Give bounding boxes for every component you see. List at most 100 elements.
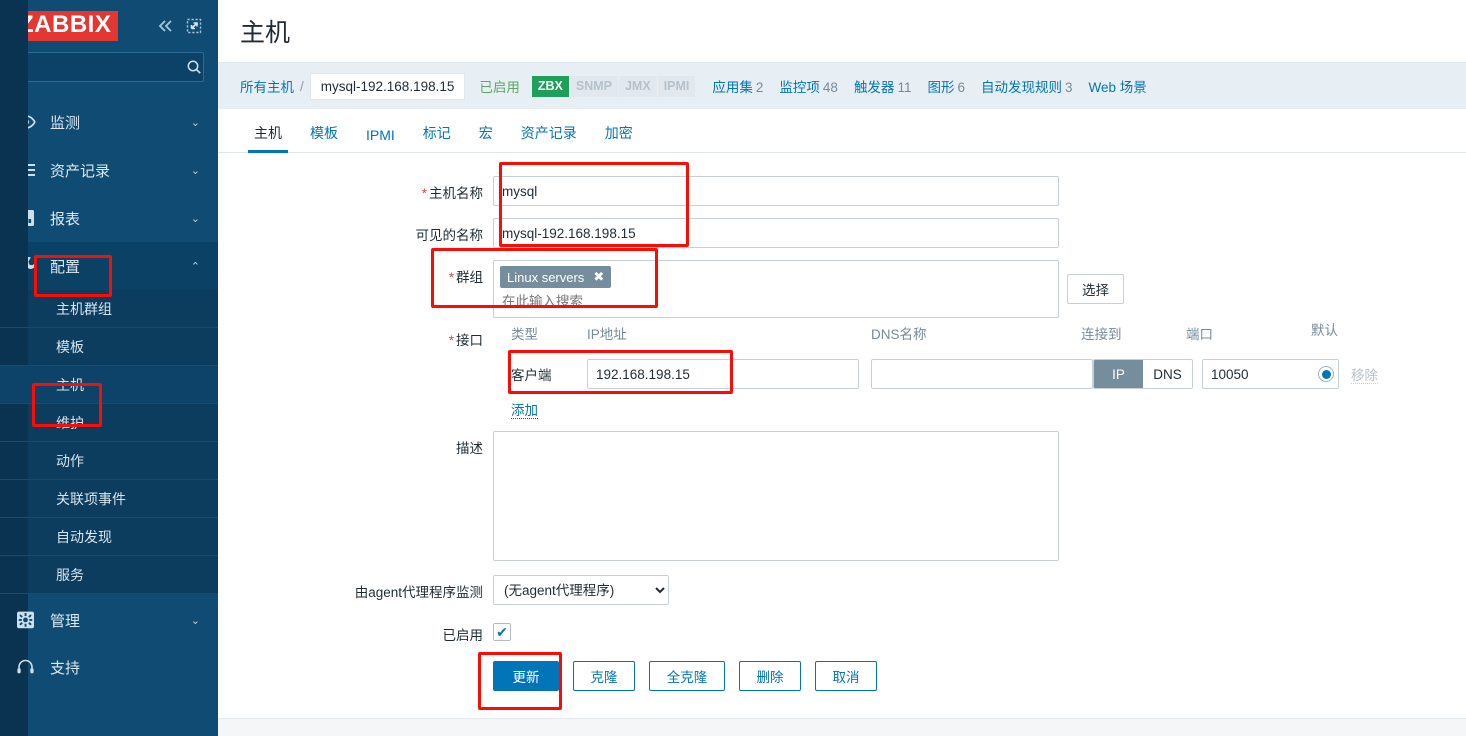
submenu-label: 主机群组: [56, 300, 112, 317]
stat-link-triggers[interactable]: 触发器 11: [854, 76, 912, 96]
interfaces-label: * 接口: [218, 323, 493, 349]
search-box[interactable]: [14, 52, 204, 82]
submenu-label: 自动发现: [56, 528, 112, 545]
column-header-port: 端口: [1186, 327, 1213, 342]
protocol-badge-snmp: SNMP: [569, 75, 618, 97]
sidebar-item-host-groups[interactable]: 主机群组: [0, 290, 218, 328]
chevron-down-icon: ⌄: [190, 614, 200, 627]
search-icon[interactable]: [186, 59, 210, 75]
breadcrumb-separator: /: [300, 78, 304, 94]
sidebar-item-services[interactable]: 服务: [0, 556, 218, 594]
submenu-label: 服务: [56, 566, 84, 583]
field-interfaces: * 接口 类型 IP地址 DNS名称 连接到 端口 默认 客户端 192.168…: [218, 323, 1466, 419]
sidebar-item-administration[interactable]: 管理 ⌄: [0, 596, 218, 644]
clone-button[interactable]: 克隆: [573, 661, 635, 691]
interface-default-radio[interactable]: [1318, 366, 1334, 382]
sidebar-item-maintenance[interactable]: 维护: [0, 404, 218, 442]
stat-count: 11: [897, 80, 912, 95]
tab-encryption[interactable]: 加密: [591, 123, 647, 152]
full-clone-button[interactable]: 全克隆: [649, 661, 725, 691]
search-input[interactable]: [15, 60, 186, 74]
tab-macros[interactable]: 宏: [465, 123, 507, 152]
stat-count: 2: [755, 80, 764, 95]
stat-link-web-scenarios[interactable]: Web 场景: [1088, 76, 1146, 96]
sidebar-item-support[interactable]: 支持: [0, 644, 218, 690]
enabled-label: 已启用: [442, 628, 484, 643]
zabbix-app: ZABBIX 监测 ⌄ 资产记录 ⌄ 报表 ⌄ 配置 ⌃ 主机群组 模板 主机 …: [0, 0, 1466, 736]
sidebar-item-label: 配置: [50, 258, 81, 276]
sidebar-item-discovery[interactable]: 自动发现: [0, 518, 218, 556]
breadcrumb-all-hosts[interactable]: 所有主机: [240, 76, 294, 96]
interface-dns-input[interactable]: [871, 359, 1093, 389]
visible-name-input[interactable]: [493, 218, 1059, 248]
sidebar-item-templates[interactable]: 模板: [0, 328, 218, 366]
tab-tags[interactable]: 标记: [409, 123, 465, 152]
tab-bar: 主机 模板 IPMI 标记 宏 资产记录 加密: [218, 109, 1466, 153]
close-icon[interactable]: ✖: [593, 269, 604, 285]
sidebar-item-actions[interactable]: 动作: [0, 442, 218, 480]
sidebar-item-label: 管理: [50, 612, 81, 630]
gear-icon: [16, 611, 42, 629]
tab-templates[interactable]: 模板: [296, 123, 352, 152]
chevron-down-icon: ⌄: [190, 164, 200, 177]
stat-link-discovery-rules[interactable]: 自动发现规则 3: [981, 76, 1073, 96]
chevron-down-icon: ⌄: [190, 116, 200, 129]
delete-button[interactable]: 删除: [739, 661, 801, 691]
actions-spacer: [218, 661, 493, 667]
stat-link-graphs[interactable]: 图形 6: [927, 76, 965, 96]
interface-ip-input[interactable]: [587, 359, 859, 389]
description-textarea[interactable]: [493, 431, 1059, 561]
protocol-badge-zbx: ZBX: [531, 75, 569, 97]
host-name-label: * 主机名称: [218, 176, 493, 202]
groups-select-button[interactable]: 选择: [1067, 274, 1124, 304]
sidebar-item-reports[interactable]: 报表 ⌄: [0, 194, 218, 242]
connect-to-option-ip[interactable]: IP: [1094, 360, 1143, 388]
enabled-checkbox[interactable]: ✔: [493, 623, 511, 641]
sidebar-item-monitoring[interactable]: 监测 ⌄: [0, 98, 218, 146]
stat-label: Web 场景: [1088, 80, 1147, 95]
tab-host[interactable]: 主机: [240, 123, 296, 153]
chevron-up-icon: ⌃: [190, 260, 200, 273]
interfaces-add-wrap: 添加: [493, 399, 1466, 419]
chevrons-left-icon[interactable]: [156, 18, 176, 34]
headset-icon: [16, 659, 42, 675]
radio-selected-dot: [1321, 369, 1331, 379]
field-groups: *群组 Linux servers ✖ 选择: [218, 260, 1218, 318]
sidebar-item-hosts[interactable]: 主机: [0, 366, 218, 404]
form-actions: 更新 克隆 全克隆 删除 取消: [218, 661, 1218, 691]
stat-link-applications[interactable]: 应用集 2: [712, 76, 763, 96]
host-form: *主机名称 可见的名称 *群组: [218, 153, 1466, 736]
update-button[interactable]: 更新: [493, 661, 559, 691]
field-enabled: 已启用 ✔: [218, 623, 1218, 644]
proxy-label: 由agent代理程序监测: [354, 585, 483, 600]
interface-remove-link[interactable]: 移除: [1351, 368, 1378, 384]
groups-multiselect[interactable]: Linux servers ✖: [493, 260, 1059, 318]
configuration-submenu: 主机群组 模板 主机 维护 动作 关联项事件 自动发现 服务: [0, 0, 218, 736]
proxy-select[interactable]: (无agent代理程序): [493, 575, 669, 605]
expand-icon[interactable]: [186, 18, 202, 34]
label-text: 主机名称: [429, 186, 483, 201]
sidebar-item-configuration[interactable]: 配置 ⌃: [0, 242, 218, 290]
required-marker: *: [421, 186, 427, 201]
sidebar-search-wrap: [0, 52, 218, 90]
stat-link-items[interactable]: 监控项 48: [779, 76, 838, 96]
tab-ipmi[interactable]: IPMI: [352, 127, 409, 152]
connect-to-toggle[interactable]: IP DNS: [1093, 359, 1193, 389]
sidebar-item-inventory[interactable]: 资产记录 ⌄: [0, 146, 218, 194]
sidebar-item-label: 报表: [50, 210, 81, 228]
check-icon: ✔: [496, 624, 508, 640]
tab-inventory[interactable]: 资产记录: [507, 123, 591, 152]
field-proxy: 由agent代理程序监测 (无agent代理程序): [218, 575, 1218, 605]
groups-search-input[interactable]: [500, 293, 1052, 310]
connect-to-option-dns[interactable]: DNS: [1143, 360, 1192, 388]
cancel-button[interactable]: 取消: [815, 661, 877, 691]
sidebar-item-event-correlation[interactable]: 关联项事件: [0, 480, 218, 518]
interface-add-link[interactable]: 添加: [511, 403, 538, 419]
host-status-badge[interactable]: 已启用: [479, 76, 520, 96]
host-name-input[interactable]: [493, 176, 1059, 206]
group-chip: Linux servers ✖: [500, 266, 612, 288]
submenu-label: 关联项事件: [56, 490, 126, 507]
submenu-label: 维护: [56, 414, 84, 431]
field-visible-name: 可见的名称: [218, 218, 1078, 248]
protocol-badges: ZBX SNMP JMX IPMI: [531, 75, 697, 97]
